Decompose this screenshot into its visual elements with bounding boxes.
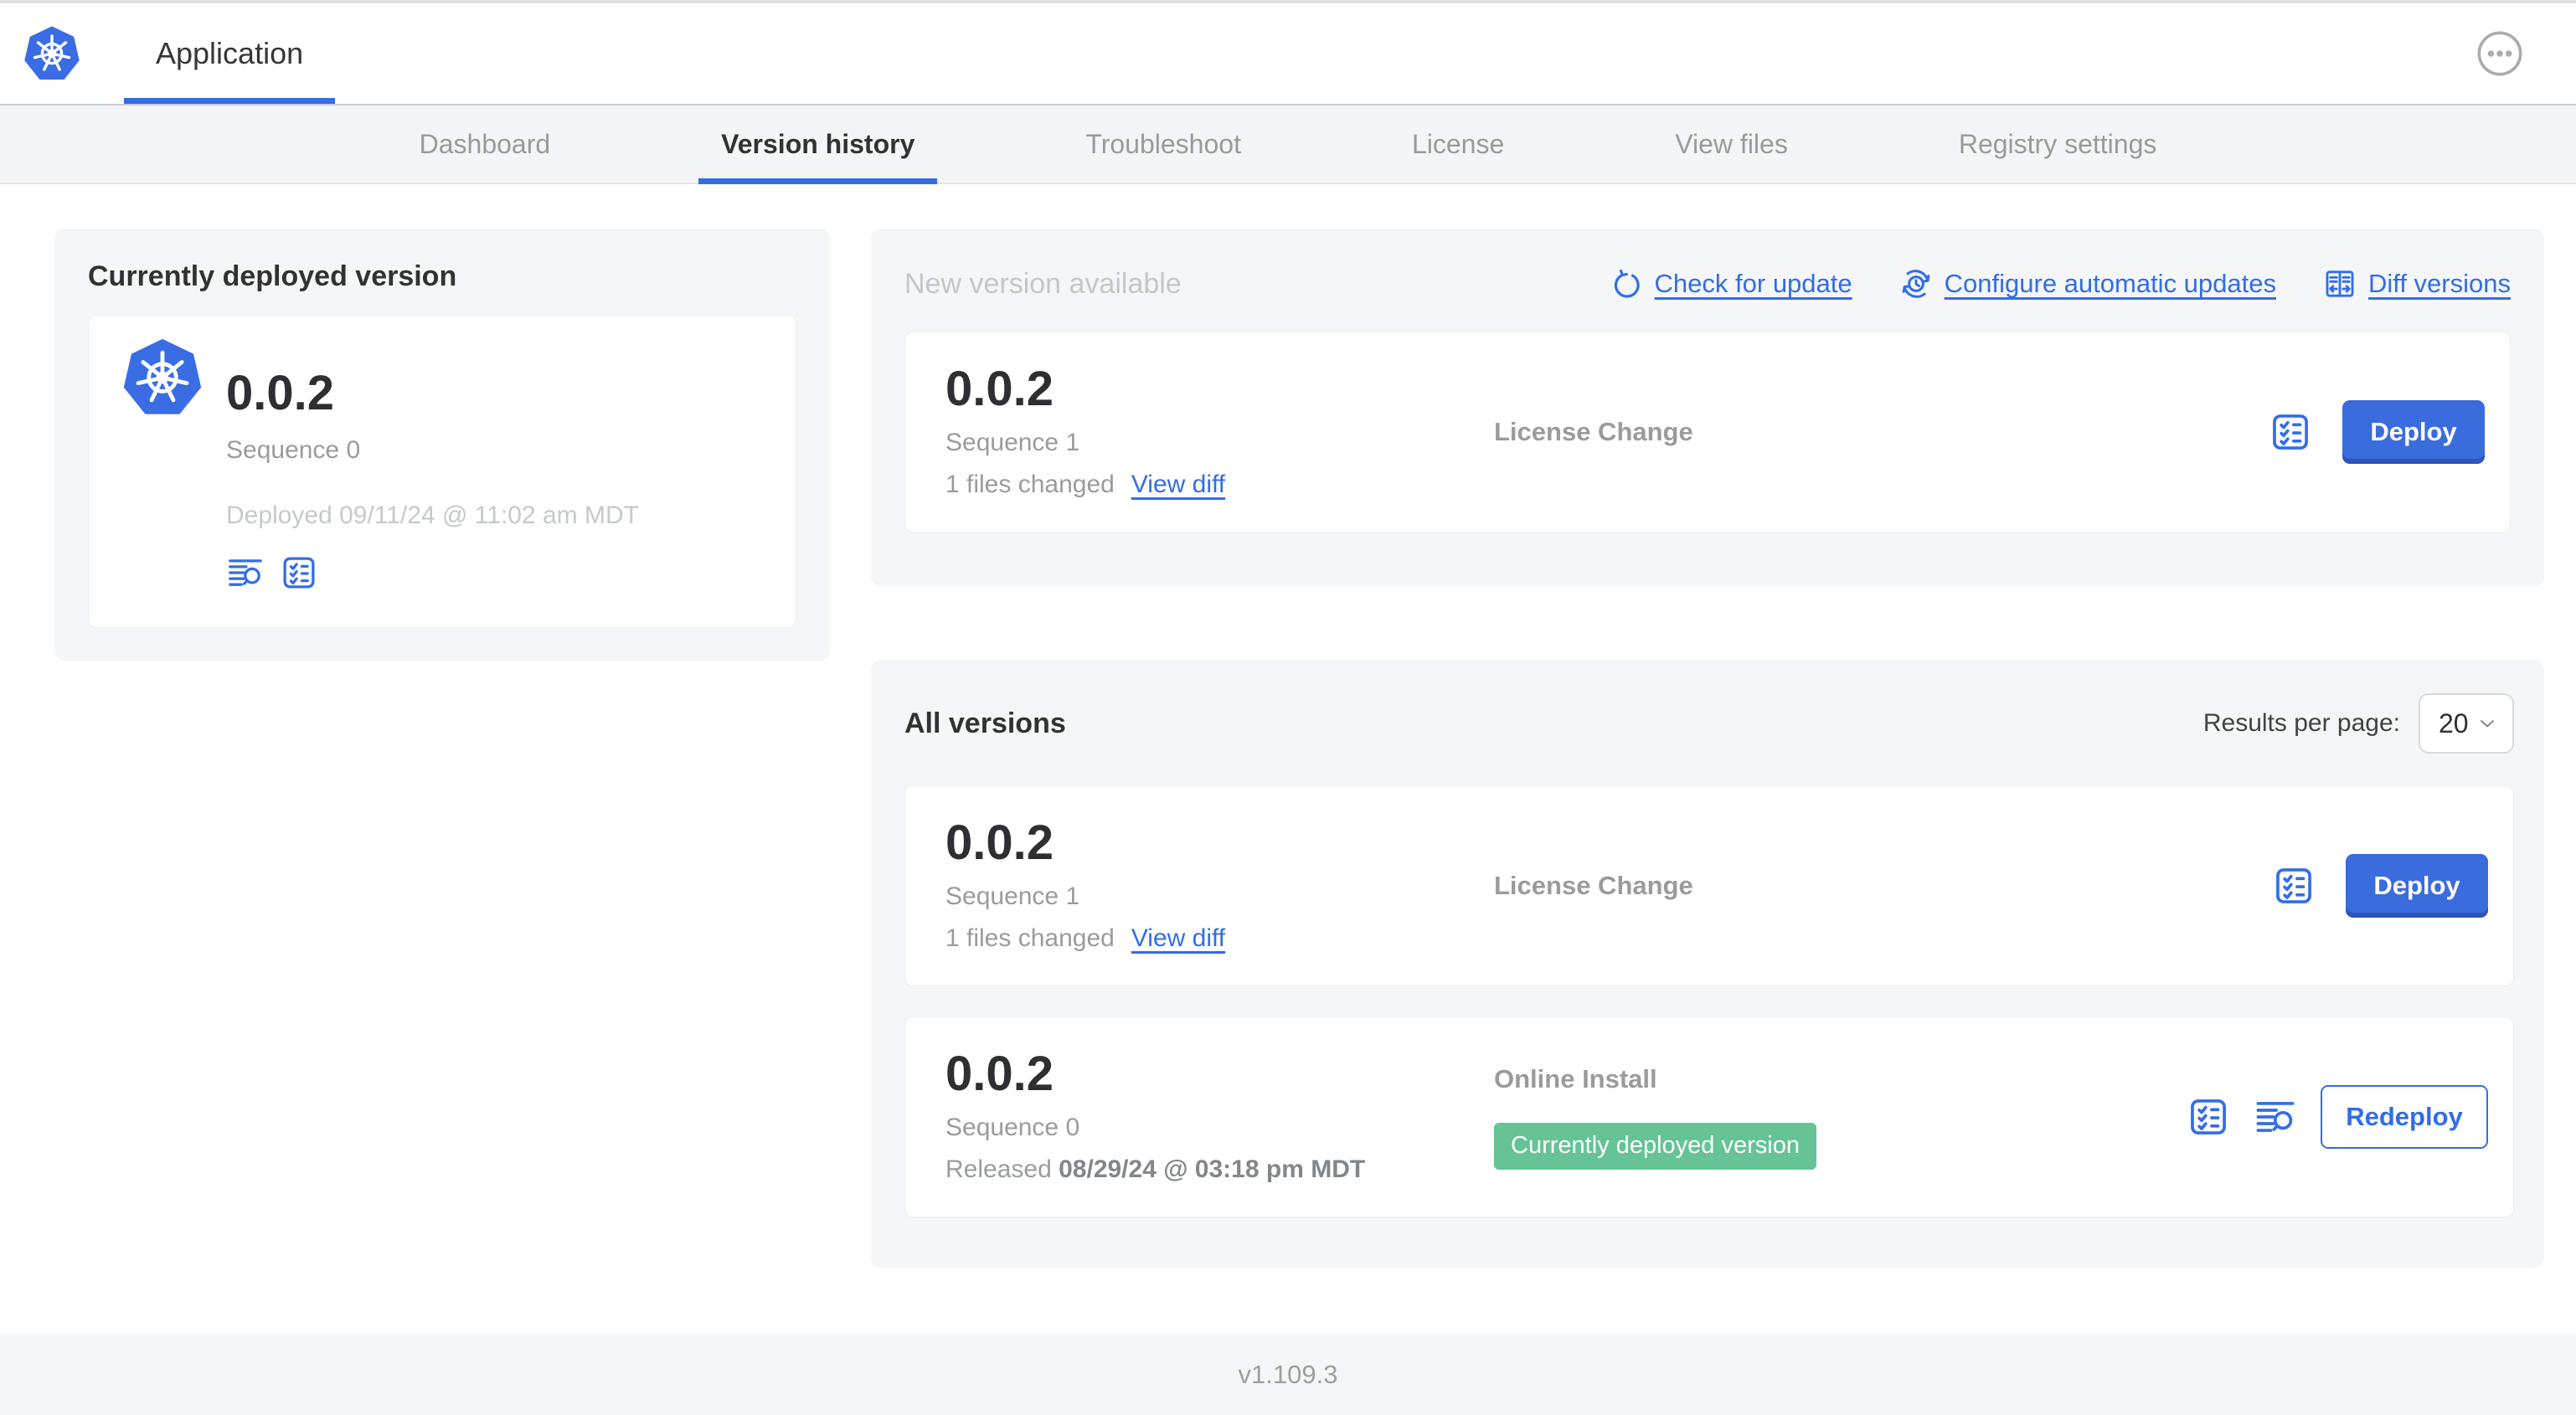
app-footer: v1.109.3 <box>0 1334 2576 1415</box>
all-versions-title: All versions <box>904 707 1066 739</box>
results-per-page-select[interactable]: 20 <box>2419 693 2514 754</box>
active-tab-underline <box>698 178 938 184</box>
released-timestamp: 08/29/24 @ 03:18 pm MDT <box>1059 1155 1366 1183</box>
results-per-page-label: Results per page: <box>2202 709 2400 737</box>
tab-view-files-label: View files <box>1675 128 1788 159</box>
new-version-details: 0.0.2 Sequence 1 1 files changed View di… <box>945 365 1494 499</box>
version-sequence: Sequence 0 <box>945 1114 1080 1141</box>
files-changed-count: 1 files changed <box>945 924 1115 952</box>
left-column: Currently deployed version 0.0.2 Sequenc… <box>54 229 830 1334</box>
new-version-number: 0.0.2 <box>945 362 1054 416</box>
currently-deployed-badge: Currently deployed version <box>1494 1123 1816 1170</box>
currently-deployed-card: 0.0.2 Sequence 0 Deployed 09/11/24 @ 11:… <box>88 315 796 628</box>
version-sequence: Sequence 1 <box>945 882 1080 910</box>
kubernetes-app-icon <box>123 338 202 414</box>
new-version-title: New version available <box>904 267 1182 300</box>
new-version-source: License Change <box>1494 417 1693 446</box>
preflight-checklist-icon[interactable] <box>2269 410 2312 454</box>
overflow-menu-icon[interactable] <box>2476 29 2524 78</box>
diff-icon <box>2326 270 2354 297</box>
version-source: Online Install <box>1494 1064 1657 1093</box>
new-version-files-row: 1 files changed View diff <box>945 471 1494 499</box>
version-number: 0.0.2 <box>945 816 1054 870</box>
diff-versions-link[interactable]: Diff versions <box>2323 267 2511 301</box>
version-number: 0.0.2 <box>945 1047 1054 1101</box>
new-version-sequence: Sequence 1 <box>945 429 1080 456</box>
check-for-update-label: Check for update <box>1654 269 1852 298</box>
tab-view-files[interactable]: View files <box>1652 105 1811 183</box>
version-source-block: Online Install Currently deployed versio… <box>1494 1064 2187 1170</box>
tab-version-history-label: Version history <box>721 128 915 159</box>
tab-license-label: License <box>1411 128 1505 159</box>
schedule-update-icon <box>1902 270 1929 298</box>
all-versions-header: All versions Results per page: 20 <box>904 693 2514 754</box>
tab-registry-settings-label: Registry settings <box>1958 128 2157 159</box>
version-files-row: 1 files changed View diff <box>945 924 1494 953</box>
version-row-actions: Redeploy <box>2187 1085 2488 1149</box>
new-version-card: 0.0.2 Sequence 1 1 files changed View di… <box>904 332 2511 533</box>
released-label: Released <box>945 1155 1052 1183</box>
configure-automatic-updates-label: Configure automatic updates <box>1944 269 2276 298</box>
currently-deployed-panel: Currently deployed version 0.0.2 Sequenc… <box>54 229 830 661</box>
results-per-page: Results per page: 20 <box>2203 693 2514 754</box>
check-for-update-link[interactable]: Check for update <box>1610 267 1852 301</box>
version-row: 0.0.2 Sequence 1 1 files changed View di… <box>904 785 2514 986</box>
new-version-card-actions: Deploy <box>2269 400 2485 464</box>
preflight-checklist-icon[interactable] <box>2272 864 2316 908</box>
right-column: New version available Check for update C… <box>871 229 2544 1334</box>
current-version-sequence: Sequence 0 <box>226 436 361 464</box>
tab-troubleshoot[interactable]: Troubleshoot <box>1063 105 1264 183</box>
app-title: Application <box>156 36 304 70</box>
app-tab-application[interactable]: Application <box>124 3 336 104</box>
kubernetes-logo-icon <box>24 26 80 80</box>
deploy-button[interactable]: Deploy <box>2342 400 2485 464</box>
chevron-down-icon <box>2481 720 2494 728</box>
current-version-actions <box>226 553 639 592</box>
diff-versions-label: Diff versions <box>2368 269 2511 298</box>
tab-version-history[interactable]: Version history <box>698 105 938 184</box>
new-version-actions: Check for update Configure automatic upd… <box>1610 267 2511 301</box>
tab-dashboard-label: Dashboard <box>419 128 551 159</box>
tab-dashboard[interactable]: Dashboard <box>397 105 574 183</box>
main-content: Currently deployed version 0.0.2 Sequenc… <box>0 184 2576 1334</box>
version-row-actions: Deploy <box>2272 854 2488 918</box>
version-source: License Change <box>1494 871 1693 900</box>
admin-console-version: v1.109.3 <box>1238 1359 1338 1389</box>
view-diff-link[interactable]: View diff <box>1131 471 1225 499</box>
current-version-deployed-timestamp: Deployed 09/11/24 @ 11:02 am MDT <box>226 502 639 529</box>
version-row: 0.0.2 Sequence 0 Released 08/29/24 @ 03:… <box>904 1016 2514 1217</box>
preflight-checklist-icon[interactable] <box>2187 1095 2230 1139</box>
configure-automatic-updates-link[interactable]: Configure automatic updates <box>1899 267 2276 301</box>
preflight-checklist-icon[interactable] <box>280 553 318 592</box>
version-row-details: 0.0.2 Sequence 0 Released 08/29/24 @ 03:… <box>945 1050 1494 1184</box>
new-version-header: New version available Check for update C… <box>904 262 2511 306</box>
app-nav-bar: Dashboard Version history Troubleshoot L… <box>0 104 2576 184</box>
refresh-icon <box>1614 269 1640 298</box>
all-versions-panel: All versions Results per page: 20 0.0.2 … <box>871 660 2544 1268</box>
currently-deployed-title: Currently deployed version <box>88 260 457 292</box>
app-header: Application <box>0 3 2576 104</box>
new-version-panel: New version available Check for update C… <box>871 229 2544 586</box>
view-logs-icon[interactable] <box>2254 1095 2297 1139</box>
active-app-tab-underline <box>124 98 336 104</box>
tab-license[interactable]: License <box>1389 105 1527 183</box>
results-per-page-value: 20 <box>2439 708 2469 738</box>
current-version-details: 0.0.2 Sequence 0 Deployed 09/11/24 @ 11:… <box>226 336 639 597</box>
tab-registry-settings[interactable]: Registry settings <box>1936 105 2180 183</box>
view-diff-link[interactable]: View diff <box>1131 924 1225 953</box>
files-changed-count: 1 files changed <box>945 471 1115 498</box>
current-version-number: 0.0.2 <box>226 366 334 420</box>
tab-troubleshoot-label: Troubleshoot <box>1085 128 1241 159</box>
deploy-button[interactable]: Deploy <box>2346 854 2488 918</box>
view-logs-icon[interactable] <box>226 553 265 592</box>
redeploy-button[interactable]: Redeploy <box>2321 1085 2488 1149</box>
version-row-details: 0.0.2 Sequence 1 1 files changed View di… <box>945 819 1494 953</box>
version-released-line: Released 08/29/24 @ 03:18 pm MDT <box>945 1155 1494 1184</box>
